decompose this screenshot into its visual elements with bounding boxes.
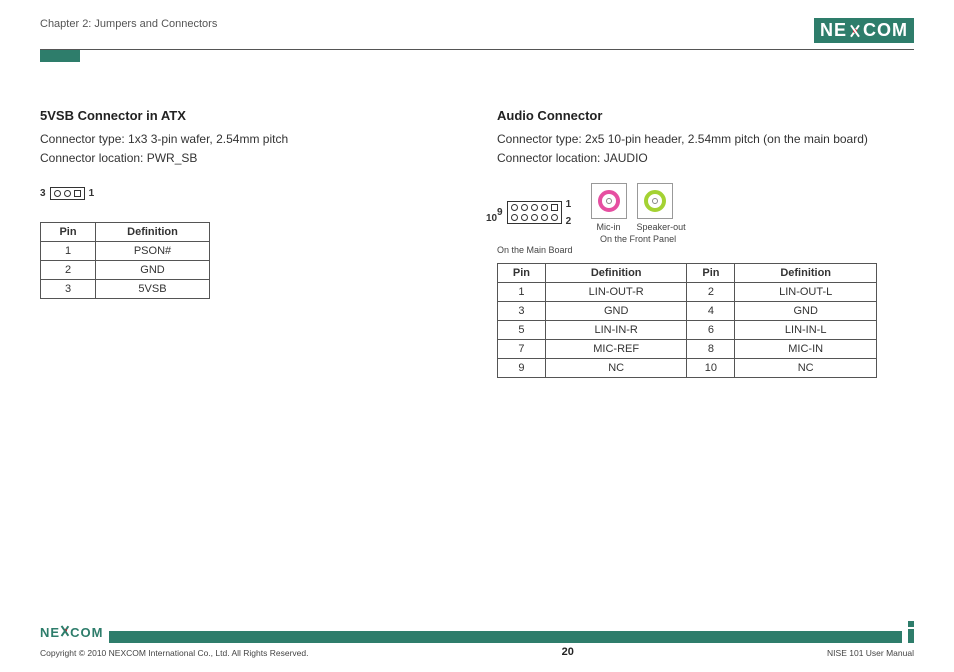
- table-row: 1 LIN-OUT-R 2 LIN-OUT-L: [498, 282, 877, 301]
- cell: GND: [735, 301, 877, 320]
- table-row: 7 MIC-REF 8 MIC-IN: [498, 339, 877, 358]
- header-divider: [40, 49, 914, 50]
- table-row: 1 PSON#: [41, 241, 210, 260]
- cell: 3: [41, 279, 96, 298]
- th-def: Definition: [735, 263, 877, 282]
- cell: LIN-OUT-R: [545, 282, 687, 301]
- pin1-square-icon: [74, 190, 81, 197]
- left-type-line: Connector type: 1x3 3-pin wafer, 2.54mm …: [40, 131, 457, 148]
- cell: 4: [687, 301, 735, 320]
- table-row: 2 GND: [41, 260, 210, 279]
- cell: 1: [41, 241, 96, 260]
- logo-text-right: COM: [863, 20, 908, 41]
- onboard-caption: On the Main Board: [497, 245, 573, 255]
- table-row: 9 NC 10 NC: [498, 358, 877, 377]
- hdr-label-tr: 1: [566, 199, 572, 210]
- cell: 2: [687, 282, 735, 301]
- table-row: 5 LIN-IN-R 6 LIN-IN-L: [498, 320, 877, 339]
- footer-logo-right: COM: [70, 625, 103, 640]
- cell: NC: [735, 358, 877, 377]
- cell: MIC-IN: [735, 339, 877, 358]
- chapter-label: Chapter 2: Jumpers and Connectors: [40, 18, 217, 30]
- cell: GND: [545, 301, 687, 320]
- speaker-out-label: Speaker-out: [637, 222, 686, 232]
- th-pin: Pin: [498, 263, 546, 282]
- mic-in-jack-icon: [591, 183, 627, 219]
- pwr-sb-pin-table: Pin Definition 1 PSON# 2 GND 3 5VSB: [40, 222, 210, 299]
- cell: 7: [498, 339, 546, 358]
- cell: 8: [687, 339, 735, 358]
- cell: 2: [41, 260, 96, 279]
- table-row: 3 5VSB: [41, 279, 210, 298]
- pin1-square-icon: [551, 204, 558, 211]
- th-def: Definition: [545, 263, 687, 282]
- pin-hole-icon: [531, 204, 538, 211]
- th-pin: Pin: [41, 222, 96, 241]
- cell: 9: [498, 358, 546, 377]
- left-loc-line: Connector location: PWR_SB: [40, 150, 457, 167]
- copyright-text: Copyright © 2010 NEXCOM International Co…: [40, 648, 308, 658]
- left-section-title: 5VSB Connector in ATX: [40, 108, 457, 123]
- wafer-pin-right: 1: [89, 188, 95, 199]
- footer-logo: NE COM: [40, 625, 103, 640]
- cell: MIC-REF: [545, 339, 687, 358]
- pin-hole-icon: [54, 190, 61, 197]
- cell: LIN-OUT-L: [735, 282, 877, 301]
- mic-in-label: Mic-in: [591, 222, 627, 232]
- th-def: Definition: [96, 222, 210, 241]
- logo-x-icon: [848, 24, 862, 38]
- cell: GND: [96, 260, 210, 279]
- header-connector-diagram: 9: [497, 199, 571, 238]
- front-panel-caption: On the Front Panel: [591, 234, 686, 244]
- pin-hole-icon: [521, 204, 528, 211]
- cell: NC: [545, 358, 687, 377]
- cell: LIN-IN-R: [545, 320, 687, 339]
- speaker-out-jack-icon: [637, 183, 673, 219]
- hdr-label-bl: 10: [486, 213, 560, 224]
- header-accent: [40, 50, 80, 62]
- right-section-title: Audio Connector: [497, 108, 914, 123]
- cell: 5: [498, 320, 546, 339]
- wafer-pin-left: 3: [40, 188, 46, 199]
- pin-hole-icon: [511, 204, 518, 211]
- cell: 10: [687, 358, 735, 377]
- cell: PSON#: [96, 241, 210, 260]
- cell: 5VSB: [96, 279, 210, 298]
- cell: LIN-IN-L: [735, 320, 877, 339]
- cell: 1: [498, 282, 546, 301]
- pin-hole-icon: [64, 190, 71, 197]
- brand-logo: NE COM: [814, 18, 914, 43]
- th-pin: Pin: [687, 263, 735, 282]
- right-loc-line: Connector location: JAUDIO: [497, 150, 914, 167]
- logo-text-left: NE: [820, 20, 847, 41]
- jaudio-pin-table: Pin Definition Pin Definition 1 LIN-OUT-…: [497, 263, 877, 378]
- footer-logo-x-icon: [60, 625, 70, 637]
- footer-logo-left: NE: [40, 625, 60, 640]
- manual-name: NISE 101 User Manual: [827, 648, 914, 658]
- table-row: 3 GND 4 GND: [498, 301, 877, 320]
- pin-hole-icon: [541, 204, 548, 211]
- footer-bar: [109, 631, 902, 643]
- right-type-line: Connector type: 2x5 10-pin header, 2.54m…: [497, 131, 914, 148]
- hdr-label-br: 2: [566, 216, 572, 227]
- cell: 3: [498, 301, 546, 320]
- page-number: 20: [562, 646, 574, 658]
- footer-decoration-icon: [908, 621, 914, 643]
- cell: 6: [687, 320, 735, 339]
- wafer-connector-diagram: 3 1: [40, 187, 94, 200]
